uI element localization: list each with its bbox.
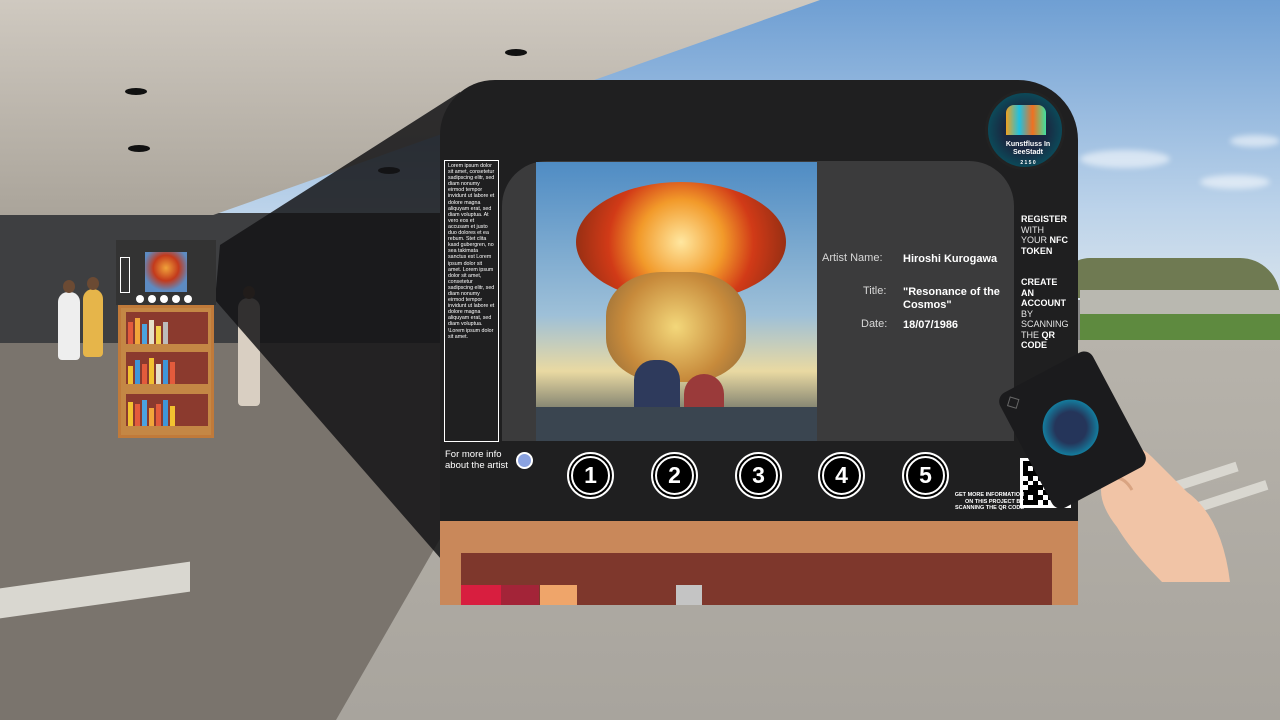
ceiling-lamp: [128, 145, 150, 152]
stand-block: [501, 585, 539, 605]
bookshelf-icon: [118, 305, 214, 438]
artwork-button-1[interactable]: 1: [567, 452, 614, 499]
logo-subtext: 2 1 5 0: [1020, 160, 1036, 166]
date-label: Date:: [861, 318, 888, 330]
stand-block: [540, 585, 577, 605]
pedestrian: [58, 280, 80, 360]
kiosk-stand: [440, 521, 1078, 605]
ground: [536, 407, 817, 441]
artist-name-label: Artist Name:: [822, 252, 883, 264]
artwork-button-5[interactable]: 5: [902, 452, 949, 499]
register-nfc-text: REGISTER WITH YOUR NFC TOKEN: [1021, 214, 1069, 256]
cloud: [1200, 175, 1270, 189]
stand-block: [676, 585, 702, 605]
artist-bio-text: Lorem ipsum dolor sit amet, consetetur s…: [448, 163, 495, 340]
ceiling-lamp: [125, 88, 147, 95]
artwork-button-2[interactable]: 2: [651, 452, 698, 499]
ceiling-lamp: [505, 49, 527, 56]
mini-device-preview: [116, 240, 216, 305]
nfc-chip-icon: [1006, 396, 1020, 409]
date-value: 18/07/1986: [903, 319, 959, 331]
more-info-button[interactable]: [516, 452, 533, 469]
stand-block: [461, 585, 501, 605]
title-value: "Resonance of the Cosmos": [903, 286, 1000, 311]
pedestrian: [83, 277, 103, 357]
concrete-wall: [1080, 290, 1280, 314]
logo-skyline: [1006, 105, 1046, 135]
mini-artwork: [145, 252, 187, 292]
cloud: [1230, 135, 1280, 147]
artwork-button-3[interactable]: 3: [735, 452, 782, 499]
more-info-label: For more info about the artist: [445, 449, 508, 471]
kunstfluss-logo: Kunstfluss In SeeStadt 2 1 5 0: [985, 90, 1065, 170]
mini-text-panel: [120, 257, 130, 293]
qr-note: GET MORE INFORMATION ON THIS PROJECT BY …: [954, 492, 1024, 511]
artwork-button-4[interactable]: 4: [818, 452, 865, 499]
create-account-text: CREATE AN ACCOUNT BY SCANNING THE QR COD…: [1021, 277, 1069, 350]
cloud: [1080, 150, 1170, 168]
artwork-image: [536, 162, 817, 441]
explosion-stem: [606, 272, 746, 382]
title-label: Title:: [863, 285, 887, 297]
artist-name-value: Hiroshi Kurogawa: [903, 253, 998, 265]
mini-buttons: [136, 295, 192, 303]
artist-bio-panel: Lorem ipsum dolor sit amet, consetetur s…: [444, 160, 499, 442]
logo-text: Kunstfluss In SeeStadt: [1005, 141, 1051, 156]
token-logo: [1032, 389, 1109, 466]
